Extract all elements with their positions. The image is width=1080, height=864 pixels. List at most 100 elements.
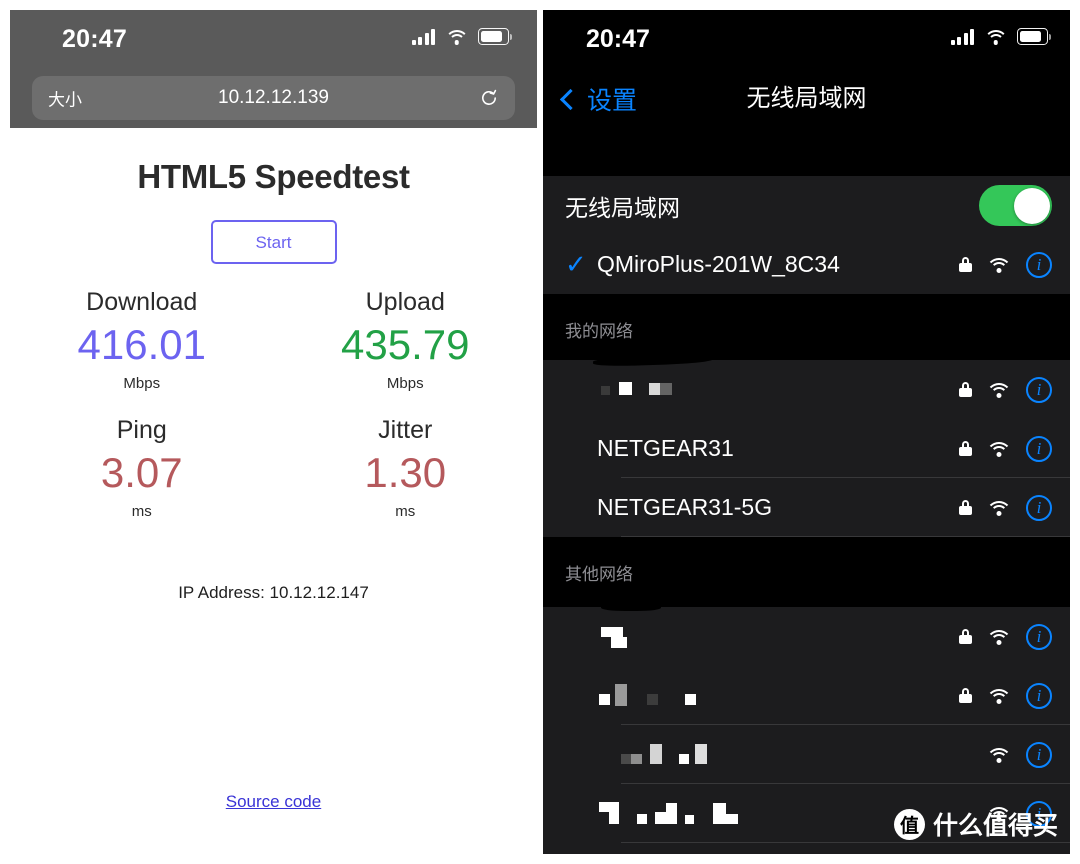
row-icons: i (959, 251, 1052, 278)
wifi-icon (986, 441, 1012, 457)
wifi-icon (983, 29, 1008, 45)
redacted-network-name (597, 624, 959, 650)
metric-value: 3.07 (100, 449, 183, 497)
status-bar-icons (411, 28, 512, 45)
checkmark-icon: ✓ (565, 249, 587, 279)
info-circle-icon[interactable]: i (1026, 251, 1052, 278)
metrics-row-latency: Ping 3.07 ms Jitter 1.30 ms (10, 416, 537, 520)
watermark-badge: 值 (893, 808, 925, 840)
metric-ping: Ping 3.07 ms (10, 416, 274, 520)
lock-icon (959, 629, 972, 644)
wifi-group: 无线局域网 ✓ QMiroPlus-201W_8C34 i (543, 176, 1070, 294)
source-code-link[interactable]: Source code (10, 792, 537, 812)
metric-value: 416.01 (77, 321, 206, 368)
wifi-icon (986, 382, 1012, 398)
redaction-smudge (601, 603, 661, 611)
row-icons: i (959, 435, 1052, 462)
metric-label: Jitter (378, 416, 433, 445)
lock-icon (959, 441, 972, 456)
page-title: 无线局域网 (746, 85, 867, 112)
speedtest-page: HTML5 Speedtest Start Download 416.01 Mb… (10, 128, 537, 854)
address-bar-url[interactable]: 10.12.12.139 (32, 87, 515, 109)
wifi-icon (986, 500, 1012, 516)
status-bar-time: 20:47 (586, 25, 650, 53)
checkmark-placeholder: ✓ (565, 492, 595, 523)
network-row-redacted[interactable]: ✓ i (543, 725, 1070, 784)
network-row-netgear31-5g[interactable]: ✓ NETGEAR31-5G i (543, 478, 1070, 537)
row-icons: i (959, 682, 1052, 709)
metric-unit: Mbps (123, 375, 161, 393)
row-icons: i (959, 741, 1052, 768)
left-phone-safari-speedtest: 20:47 大小 10.12.12.139 HTML5 Speedtest St… (10, 10, 537, 854)
left-status-bar: 20:47 (10, 10, 537, 68)
reload-icon[interactable] (479, 88, 499, 108)
network-name: NETGEAR31 (597, 435, 734, 461)
toggle-knob (1013, 187, 1050, 224)
network-name: NETGEAR31-5G (597, 494, 773, 520)
lock-icon (959, 500, 972, 515)
info-circle-icon[interactable]: i (1026, 435, 1052, 462)
my-networks-group: ✓ i ✓ NETGEAR31 (543, 353, 1070, 537)
wifi-toggle-row[interactable]: 无线局域网 (543, 176, 1070, 235)
watermark: 值 什么值得买 (893, 806, 1058, 842)
metric-label: Upload (365, 288, 445, 316)
right-status-bar: 20:47 (543, 10, 1070, 68)
right-phone-ios-wifi-settings: 20:47 设置 无线局域网 无线局域网 ✓ QMiroPlus-201W_8C… (543, 10, 1070, 854)
info-circle-icon[interactable]: i (1026, 376, 1052, 403)
metric-upload: Upload 435.79 Mbps (274, 288, 538, 392)
watermark-text: 什么值得买 (932, 812, 1058, 840)
ip-address-line: IP Address: 10.12.12.147 (178, 583, 369, 602)
metric-value: 435.79 (341, 321, 470, 368)
checkmark-placeholder: ✓ (565, 739, 595, 770)
row-divider (621, 842, 1070, 843)
metric-value: 1.30 (364, 449, 447, 497)
status-bar-time: 20:47 (62, 25, 127, 53)
cellular-bars-icon (950, 28, 974, 45)
network-row-redacted[interactable]: ✓ i (543, 360, 1070, 419)
section-header-other-networks: 其他网络 (543, 537, 1070, 595)
address-bar[interactable]: 大小 10.12.12.139 (32, 76, 515, 120)
wifi-icon (986, 629, 1012, 645)
checkmark-placeholder: ✓ (565, 798, 595, 829)
start-button[interactable]: Start (210, 220, 337, 264)
info-circle-icon[interactable]: i (1026, 682, 1052, 709)
metric-label: Ping (116, 416, 167, 445)
wifi-icon (444, 29, 469, 45)
cellular-bars-icon (411, 28, 435, 45)
info-circle-icon[interactable]: i (1026, 623, 1052, 650)
checkmark-placeholder: ✓ (565, 680, 595, 711)
info-circle-icon[interactable]: i (1026, 741, 1052, 768)
section-header-my-networks: 我的网络 (543, 294, 1070, 352)
metric-unit: Mbps (386, 375, 424, 393)
redacted-network-name (597, 742, 959, 768)
metric-unit: ms (131, 503, 152, 521)
metric-download: Download 416.01 Mbps (10, 288, 274, 392)
wifi-icon (986, 747, 1012, 763)
metric-unit: ms (395, 503, 416, 521)
redacted-network-name (597, 683, 959, 709)
info-circle-icon[interactable]: i (1026, 494, 1052, 521)
network-row-redacted[interactable]: ✓ i (543, 666, 1070, 725)
network-row-netgear31[interactable]: ✓ NETGEAR31 i (543, 419, 1070, 478)
metric-jitter: Jitter 1.30 ms (274, 416, 538, 520)
lock-icon (959, 688, 972, 703)
metric-label: Download (86, 288, 198, 316)
status-bar-icons (950, 28, 1051, 45)
connected-network-row[interactable]: ✓ QMiroPlus-201W_8C34 i (543, 235, 1070, 294)
checkmark-placeholder: ✓ (565, 433, 595, 464)
metrics-row-speed: Download 416.01 Mbps Upload 435.79 Mbps (10, 288, 537, 392)
wifi-toggle-switch[interactable] (979, 185, 1052, 226)
wifi-icon (986, 257, 1012, 273)
battery-icon (478, 28, 512, 45)
row-icons: i (959, 376, 1052, 403)
checkmark-placeholder: ✓ (565, 374, 595, 405)
wifi-toggle-label: 无线局域网 (565, 194, 680, 221)
lock-icon (959, 257, 972, 272)
page-title: HTML5 Speedtest (137, 158, 410, 195)
network-name: QMiroPlus-201W_8C34 (597, 251, 840, 277)
lock-icon (959, 382, 972, 397)
screenshot-root: 20:47 大小 10.12.12.139 HTML5 Speedtest St… (0, 0, 1080, 864)
network-row-redacted[interactable]: ✓ i (543, 607, 1070, 666)
metrics-grid: Download 416.01 Mbps Upload 435.79 Mbps … (10, 288, 537, 520)
row-icons: i (959, 623, 1052, 650)
